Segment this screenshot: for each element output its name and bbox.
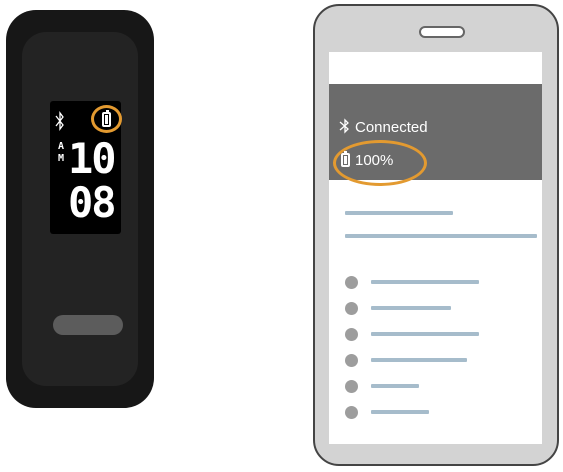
battery-icon	[102, 110, 111, 127]
list-item-dot	[345, 328, 358, 341]
list-item-dot	[345, 276, 358, 289]
band-display: A M 10 08	[50, 101, 122, 234]
list-item-dot	[345, 302, 358, 315]
battery-label: 100%	[355, 152, 394, 169]
list-item-line[interactable]	[371, 358, 467, 362]
connection-label: Connected	[355, 119, 428, 136]
fitness-band: A M 10 08	[6, 10, 154, 408]
device-status-panel: Connected 100%	[329, 84, 542, 186]
band-hour: 10	[68, 134, 117, 183]
placeholder-line	[345, 234, 537, 238]
list-item-dot	[345, 380, 358, 393]
phone-screen: Connected 100%	[329, 52, 542, 444]
band-minute: 08	[68, 178, 117, 227]
battery-status: 100%	[341, 151, 394, 170]
phone: Connected 100%	[313, 4, 559, 466]
phone-speaker	[419, 26, 465, 38]
list-item-line[interactable]	[371, 410, 429, 414]
connection-status: Connected	[339, 118, 428, 137]
band-button[interactable]	[53, 315, 123, 335]
time-period-letter: A	[57, 141, 65, 152]
list-item-line[interactable]	[371, 306, 451, 310]
bluetooth-icon	[55, 111, 65, 131]
list-item-line[interactable]	[371, 280, 479, 284]
time-period-letter: M	[57, 153, 65, 164]
list-item-dot	[345, 354, 358, 367]
battery-icon	[341, 151, 350, 167]
list-item-line[interactable]	[371, 384, 419, 388]
list-item-dot	[345, 406, 358, 419]
placeholder-line	[345, 211, 453, 215]
list-item-line[interactable]	[371, 332, 479, 336]
time-period: A M	[56, 141, 66, 165]
bluetooth-icon	[339, 118, 349, 134]
